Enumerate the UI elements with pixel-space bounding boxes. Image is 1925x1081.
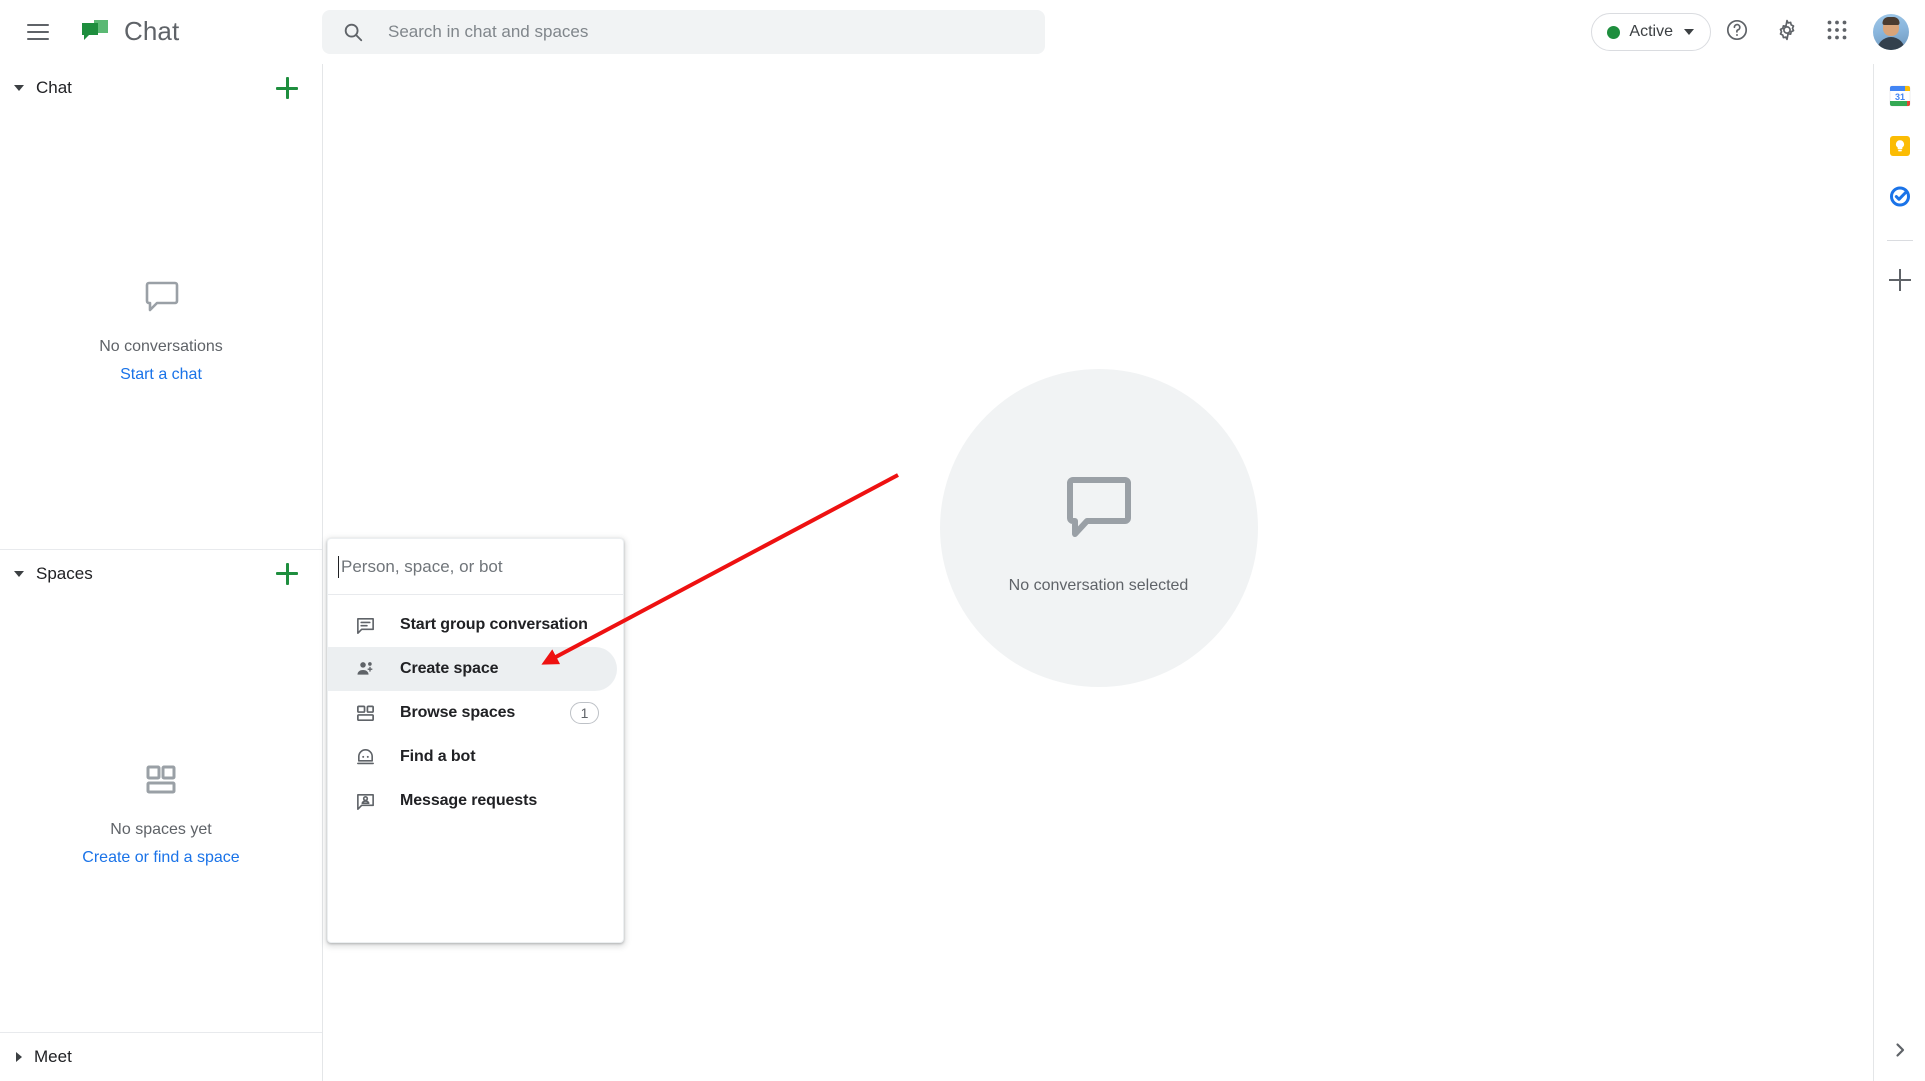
person-add-icon bbox=[354, 658, 376, 680]
person-space-bot-input[interactable] bbox=[339, 555, 589, 578]
spaces-empty-state: No spaces yet Create or find a space bbox=[0, 597, 322, 1032]
spaces-grid-icon bbox=[140, 759, 182, 801]
triangle-right-icon bbox=[16, 1052, 22, 1062]
menu-search-row[interactable] bbox=[328, 539, 623, 595]
sidebar-section-title-meet: Meet bbox=[34, 1047, 72, 1066]
menu-item-message-requests[interactable]: Message requests bbox=[328, 779, 617, 823]
top-bar-actions: Active bbox=[1591, 0, 1915, 64]
avatar bbox=[1873, 14, 1909, 50]
status-chip[interactable]: Active bbox=[1591, 13, 1711, 51]
menu-item-label: Message requests bbox=[400, 792, 538, 809]
svg-text:31: 31 bbox=[1894, 92, 1904, 102]
right-side-panel: 31 bbox=[1873, 64, 1925, 1081]
settings-button[interactable] bbox=[1763, 8, 1811, 56]
status-badge: 1 bbox=[570, 702, 599, 724]
help-question-circle-icon bbox=[1725, 18, 1749, 47]
menu-item-browse-spaces[interactable]: Browse spaces 1 bbox=[328, 691, 617, 735]
add-app-plus-icon[interactable] bbox=[1888, 269, 1911, 291]
sidebar-section-header-meet[interactable]: Meet bbox=[0, 1033, 322, 1081]
speech-bubble-icon bbox=[139, 274, 183, 318]
start-a-chat-link[interactable]: Start a chat bbox=[120, 362, 202, 388]
chat-empty-title: No conversations bbox=[99, 337, 223, 355]
browse-spaces-icon bbox=[354, 702, 376, 724]
chevron-right-icon bbox=[1892, 1042, 1908, 1063]
hamburger-menu-icon[interactable] bbox=[14, 8, 62, 56]
account-button[interactable] bbox=[1867, 8, 1915, 56]
create-or-find-space-link[interactable]: Create or find a space bbox=[82, 845, 239, 871]
group-conversation-icon bbox=[354, 614, 376, 636]
gear-icon bbox=[1775, 18, 1799, 47]
sidebar-meet-section: Meet bbox=[0, 1032, 322, 1081]
google-keep-icon[interactable] bbox=[1888, 134, 1912, 158]
bot-icon bbox=[354, 746, 376, 768]
menu-item-label: Find a bot bbox=[400, 748, 476, 765]
menu-item-label: Create space bbox=[400, 660, 499, 677]
help-button[interactable] bbox=[1713, 8, 1761, 56]
message-request-icon bbox=[354, 790, 376, 812]
google-calendar-icon[interactable]: 31 bbox=[1888, 84, 1912, 108]
search-bar[interactable] bbox=[322, 10, 1045, 54]
app-title: Chat bbox=[124, 16, 180, 46]
apps-grid-icon bbox=[1826, 19, 1848, 46]
sidebar-section-header-spaces[interactable]: Spaces bbox=[0, 549, 322, 597]
google-apps-button[interactable] bbox=[1813, 8, 1861, 56]
menu-item-start-group-conversation[interactable]: Start group conversation bbox=[328, 603, 617, 647]
sidebar-section-title-chat: Chat bbox=[36, 78, 72, 97]
status-dot-icon bbox=[1607, 25, 1621, 39]
menu-item-list: Start group conversation Create space Br… bbox=[328, 595, 623, 823]
search-icon bbox=[342, 21, 364, 43]
google-chat-logo bbox=[80, 17, 110, 47]
expand-panel-button[interactable] bbox=[1887, 1039, 1913, 1065]
spaces-empty-title: No spaces yet bbox=[110, 820, 212, 838]
speech-bubble-icon bbox=[1053, 462, 1145, 559]
search-input[interactable] bbox=[386, 21, 996, 43]
sidebar-section-title-spaces: Spaces bbox=[36, 563, 93, 583]
menu-item-find-a-bot[interactable]: Find a bot bbox=[328, 735, 617, 779]
no-conversation-text: No conversation selected bbox=[1008, 576, 1189, 594]
sidebar-spaces-section: Spaces No spaces yet Create or find a sp… bbox=[0, 549, 322, 1032]
menu-item-label: Start group conversation bbox=[400, 616, 588, 633]
new-chat-plus-icon[interactable] bbox=[274, 75, 300, 101]
new-chat-dropdown-menu: Start group conversation Create space bbox=[327, 538, 624, 943]
menu-item-label: Browse spaces bbox=[400, 704, 516, 721]
status-label: Active bbox=[1629, 23, 1673, 40]
top-app-bar: Chat Active bbox=[0, 0, 1925, 64]
sidebar-chat-section: Chat No conversations Start a chat bbox=[0, 64, 322, 549]
chat-empty-state: No conversations Start a chat bbox=[0, 112, 322, 549]
rail-divider bbox=[1886, 240, 1913, 241]
app-brand[interactable]: Chat bbox=[80, 16, 179, 47]
sidebar: Chat No conversations Start a chat Space… bbox=[0, 64, 323, 1081]
no-conversation-empty-state: No conversation selected bbox=[939, 369, 1258, 687]
triangle-down-icon bbox=[14, 570, 24, 577]
google-tasks-icon[interactable] bbox=[1888, 184, 1912, 208]
new-space-plus-icon[interactable] bbox=[274, 561, 300, 587]
sidebar-section-header-chat[interactable]: Chat bbox=[0, 64, 322, 112]
triangle-down-icon bbox=[14, 85, 24, 91]
app-root: Chat Active bbox=[0, 0, 1925, 1081]
menu-item-create-space[interactable]: Create space bbox=[328, 647, 617, 691]
chevron-down-icon bbox=[1684, 29, 1694, 35]
